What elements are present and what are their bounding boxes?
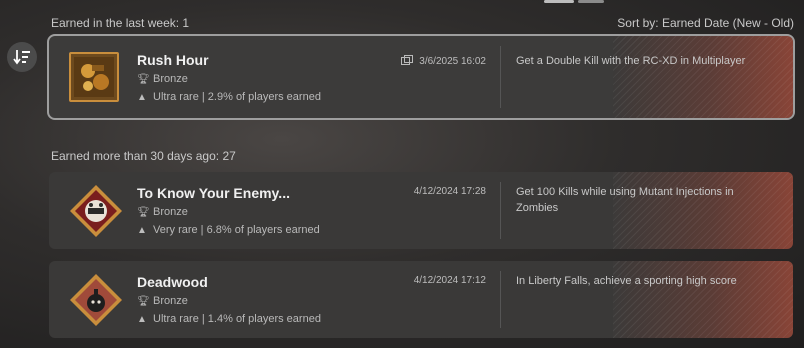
- trophy-description: Get a Double Kill with the RC-XD in Mult…: [516, 55, 746, 67]
- rarity-icon: ▲: [137, 91, 147, 103]
- trophy-grade: Bronze: [153, 73, 188, 85]
- trophy-icon: 🏆︎: [137, 295, 150, 307]
- rarity-icon: ▲: [137, 224, 147, 236]
- older-section-label: Earned more than 30 days ago: 27: [51, 149, 236, 163]
- trophy-grade-row: 🏆︎ Bronze: [137, 295, 188, 307]
- trophy-description: In Liberty Falls, achieve a sporting hig…: [516, 275, 737, 287]
- recent-section-label: Earned in the last week: 1: [51, 16, 190, 30]
- trophy-rarity-row: ▲ Very rare | 6.8% of players earned: [137, 224, 320, 236]
- sort-descending-icon: [13, 50, 30, 65]
- card-divider: [500, 46, 501, 108]
- trophy-title: To Know Your Enemy...: [137, 185, 290, 201]
- trophy-rarity: Ultra rare | 2.9% of players earned: [153, 91, 321, 103]
- trophy-image-to-know-your-enemy: [69, 184, 122, 237]
- trophy-date-row: 4/12/2024 17:12: [414, 275, 486, 286]
- scroll-indicator: [544, 0, 604, 3]
- trophy-description: Get 100 Kills while using Mutant Injecti…: [516, 186, 734, 214]
- trophy-rarity-row: ▲ Ultra rare | 2.9% of players earned: [137, 91, 321, 103]
- trophy-icon: 🏆︎: [137, 73, 150, 85]
- trophy-grade-row: 🏆︎ Bronze: [137, 73, 188, 85]
- trophy-title: Rush Hour: [137, 52, 209, 68]
- trophy-image-deadwood: [69, 273, 122, 326]
- trophy-icon: 🏆︎: [137, 206, 150, 218]
- trophy-card-rush-hour[interactable]: Rush Hour 🏆︎ Bronze ▲ Ultra rare | 2.9% …: [49, 36, 793, 118]
- card-accent-stripes: [613, 36, 793, 118]
- trophy-title: Deadwood: [137, 274, 208, 290]
- trophy-grade: Bronze: [153, 206, 188, 218]
- trophy-image-rush-hour: [69, 52, 119, 102]
- trophy-date-row: 3/6/2025 16:02: [401, 55, 486, 68]
- card-divider: [500, 271, 501, 328]
- screenshot-icon: [401, 55, 414, 68]
- trophy-grade-row: 🏆︎ Bronze: [137, 206, 188, 218]
- trophy-date: 3/6/2025 16:02: [419, 56, 486, 67]
- trophy-date: 4/12/2024 17:28: [413, 186, 486, 197]
- trophy-rarity-row: ▲ Ultra rare | 1.4% of players earned: [137, 313, 321, 325]
- trophy-date: 4/12/2024 17:12: [413, 275, 486, 286]
- trophy-grade: Bronze: [153, 295, 188, 307]
- trophy-card-to-know-your-enemy[interactable]: To Know Your Enemy... 🏆︎ Bronze ▲ Very r…: [49, 172, 793, 249]
- sort-label[interactable]: Sort by: Earned Date (New - Old): [617, 16, 794, 30]
- card-divider: [500, 182, 501, 239]
- rarity-icon: ▲: [137, 313, 147, 325]
- trophy-date-row: 4/12/2024 17:28: [414, 186, 486, 197]
- trophy-rarity: Ultra rare | 1.4% of players earned: [153, 313, 321, 325]
- trophy-card-deadwood[interactable]: Deadwood 🏆︎ Bronze ▲ Ultra rare | 1.4% o…: [49, 261, 793, 338]
- sort-button[interactable]: [7, 42, 37, 72]
- trophy-rarity: Very rare | 6.8% of players earned: [153, 224, 320, 236]
